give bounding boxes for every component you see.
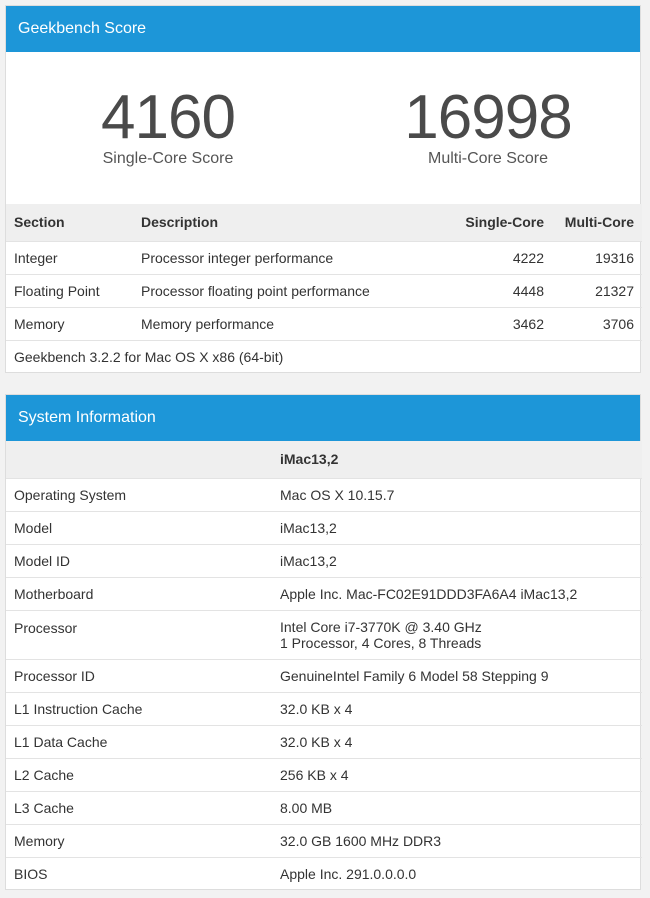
info-label: L1 Data Cache — [6, 724, 272, 758]
multi-core-score-value: 16998 — [404, 83, 572, 152]
table-row: Motherboard Apple Inc. Mac-FC02E91DDD3FA… — [6, 576, 642, 610]
info-label: Motherboard — [6, 576, 272, 610]
info-value: Mac OS X 10.15.7 — [272, 477, 642, 511]
info-value: 32.0 KB x 4 — [272, 691, 642, 725]
table-row: L1 Data Cache 32.0 KB x 4 — [6, 724, 642, 758]
info-value: Intel Core i7-3770K @ 3.40 GHz 1 Process… — [272, 609, 642, 659]
multi-core-score-label: Multi-Core Score — [427, 150, 549, 167]
info-label: Model ID — [6, 543, 272, 577]
info-value: 256 KB x 4 — [272, 757, 642, 791]
table-row: L3 Cache 8.00 MB — [6, 790, 642, 824]
scores-summary: 4160 Single-Core Score 16998 Multi-Core … — [6, 52, 640, 204]
table-row: Model iMac13,2 — [6, 510, 642, 544]
row-multi-core: 21327 — [552, 273, 642, 307]
info-label: Operating System — [6, 477, 272, 511]
row-multi-core: 3706 — [552, 306, 642, 340]
info-label: Processor ID — [6, 658, 272, 692]
row-section: Memory — [6, 306, 133, 340]
processor-topology: 1 Processor, 4 Cores, 8 Threads — [280, 634, 482, 651]
single-core-score-value: 4160 — [101, 83, 236, 152]
table-row: L2 Cache 256 KB x 4 — [6, 757, 642, 791]
info-label: Processor — [6, 609, 272, 659]
row-single-core: 3462 — [452, 306, 552, 340]
row-description: Processor integer performance — [133, 240, 452, 274]
system-header-model: iMac13,2 — [272, 441, 642, 478]
table-row: BIOS Apple Inc. 291.0.0.0.0 — [6, 856, 642, 890]
info-value: GenuineIntel Family 6 Model 58 Stepping … — [272, 658, 642, 692]
benchmark-table-header: Section Description Single-Core Multi-Co… — [6, 204, 642, 241]
table-row: Processor ID GenuineIntel Family 6 Model… — [6, 658, 642, 692]
geekbench-score-panel: Geekbench Score 4160 Single-Core Score 1… — [5, 5, 642, 373]
column-header-description: Description — [133, 204, 452, 241]
info-value: Apple Inc. Mac-FC02E91DDD3FA6A4 iMac13,2 — [272, 576, 642, 610]
table-row: L1 Instruction Cache 32.0 KB x 4 — [6, 691, 642, 725]
processor-value: Intel Core i7-3770K @ 3.40 GHz — [280, 618, 482, 635]
info-value: iMac13,2 — [272, 543, 642, 577]
system-info-table: iMac13,2 Operating System Mac OS X 10.15… — [6, 441, 642, 890]
row-description: Processor floating point performance — [133, 273, 452, 307]
row-description: Memory performance — [133, 306, 452, 340]
column-header-section: Section — [6, 204, 133, 241]
table-row: Processor Intel Core i7-3770K @ 3.40 GHz… — [6, 609, 642, 659]
system-panel-title: System Information — [6, 395, 640, 441]
table-row: Memory Memory performance 3462 3706 — [6, 306, 642, 340]
row-multi-core: 19316 — [552, 240, 642, 274]
row-single-core: 4222 — [452, 240, 552, 274]
column-header-single-core: Single-Core — [452, 204, 552, 241]
info-label: L1 Instruction Cache — [6, 691, 272, 725]
geekbench-version-footer: Geekbench 3.2.2 for Mac OS X x86 (64-bit… — [6, 339, 642, 373]
row-section: Floating Point — [6, 273, 133, 307]
table-row: Integer Processor integer performance 42… — [6, 240, 642, 274]
info-label: L2 Cache — [6, 757, 272, 791]
table-row: Model ID iMac13,2 — [6, 543, 642, 577]
system-information-panel: System Information iMac13,2 Operating Sy… — [5, 394, 642, 890]
table-row: Memory 32.0 GB 1600 MHz DDR3 — [6, 823, 642, 857]
info-label: L3 Cache — [6, 790, 272, 824]
benchmark-footer-row: Geekbench 3.2.2 for Mac OS X x86 (64-bit… — [6, 339, 642, 373]
single-core-score-label: Single-Core Score — [102, 150, 234, 167]
benchmark-table: Section Description Single-Core Multi-Co… — [6, 204, 642, 373]
info-value: 32.0 GB 1600 MHz DDR3 — [272, 823, 642, 857]
info-label: Memory — [6, 823, 272, 857]
single-core-score: 4160 Single-Core Score — [18, 82, 318, 168]
multi-core-score: 16998 Multi-Core Score — [338, 82, 638, 168]
row-section: Integer — [6, 240, 133, 274]
table-row: Floating Point Processor floating point … — [6, 273, 642, 307]
row-single-core: 4448 — [452, 273, 552, 307]
table-row: Operating System Mac OS X 10.15.7 — [6, 477, 642, 511]
info-value: Apple Inc. 291.0.0.0.0 — [272, 856, 642, 890]
column-header-multi-core: Multi-Core — [552, 204, 642, 241]
system-table-header: iMac13,2 — [6, 441, 642, 478]
info-value: 32.0 KB x 4 — [272, 724, 642, 758]
system-header-label — [6, 441, 272, 478]
info-value: iMac13,2 — [272, 510, 642, 544]
info-label: BIOS — [6, 856, 272, 890]
score-panel-title: Geekbench Score — [6, 6, 640, 52]
info-label: Model — [6, 510, 272, 544]
info-value: 8.00 MB — [272, 790, 642, 824]
